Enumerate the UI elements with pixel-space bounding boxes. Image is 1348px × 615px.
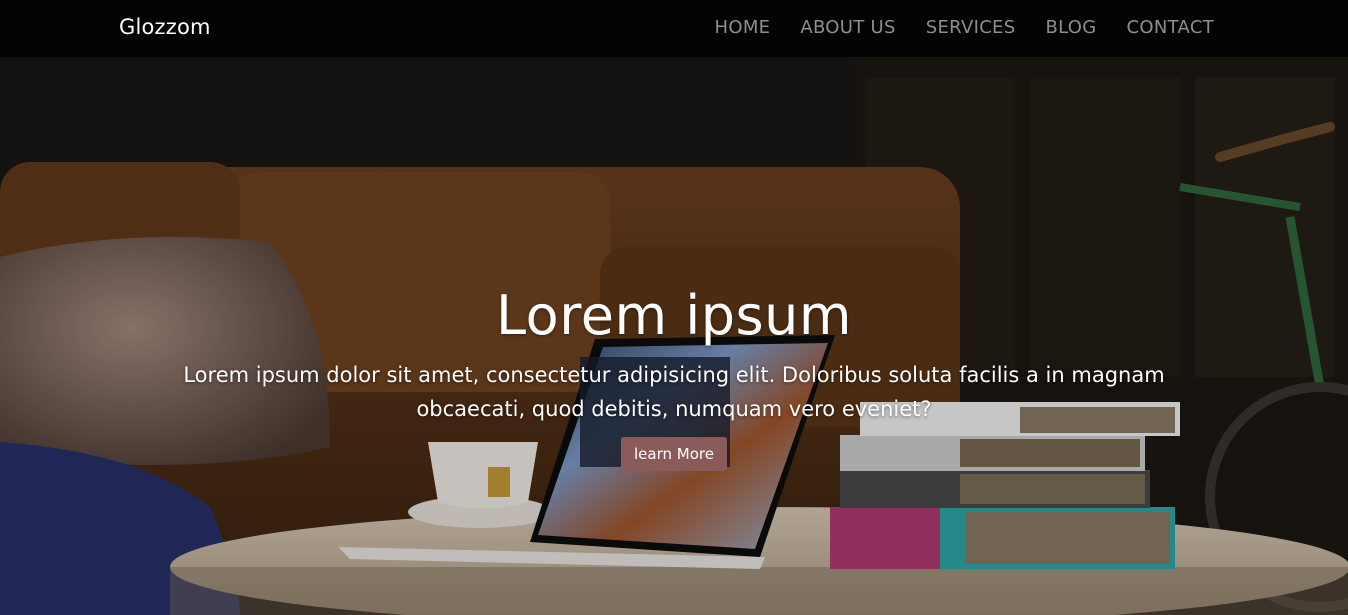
- nav-links: HOME ABOUT US SERVICES BLOG CONTACT: [715, 17, 1214, 38]
- brand-logo[interactable]: Glozzom: [119, 15, 211, 39]
- learn-more-button[interactable]: learn More: [621, 437, 727, 471]
- nav-link-about-us[interactable]: ABOUT US: [800, 17, 895, 38]
- navbar: Glozzom HOME ABOUT US SERVICES BLOG CONT…: [0, 0, 1348, 57]
- nav-link-contact[interactable]: CONTACT: [1127, 17, 1214, 38]
- nav-link-home[interactable]: HOME: [715, 17, 771, 38]
- hero-content: Lorem ipsum Lorem ipsum dolor sit amet, …: [0, 285, 1348, 471]
- hero-section: Lorem ipsum Lorem ipsum dolor sit amet, …: [0, 57, 1348, 615]
- hero-text: Lorem ipsum dolor sit amet, consectetur …: [183, 363, 1165, 421]
- nav-link-blog[interactable]: BLOG: [1045, 17, 1096, 38]
- nav-link-services[interactable]: SERVICES: [926, 17, 1016, 38]
- hero-title: Lorem ipsum: [496, 284, 852, 347]
